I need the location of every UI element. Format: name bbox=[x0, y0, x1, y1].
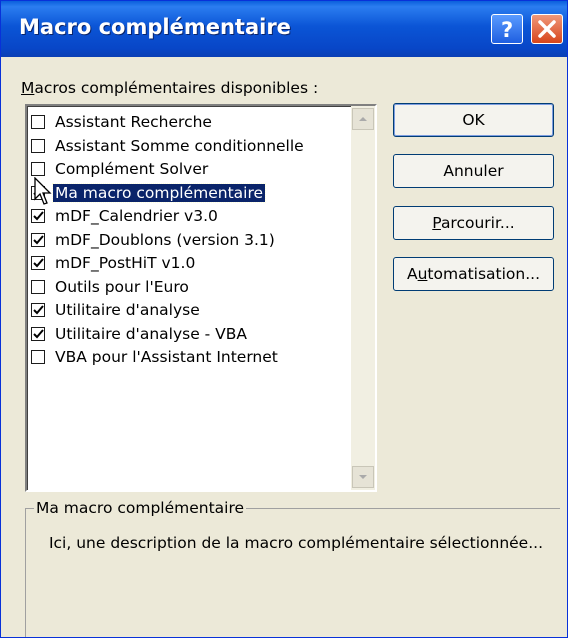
ok-button-label: OK bbox=[462, 111, 485, 129]
checkbox[interactable] bbox=[31, 256, 45, 270]
description-group: Ma macro complémentaire Ici, une descrip… bbox=[25, 499, 560, 637]
vertical-scrollbar[interactable] bbox=[351, 106, 375, 490]
list-item-label: mDF_Calendrier v3.0 bbox=[55, 207, 218, 225]
close-icon bbox=[538, 20, 556, 38]
list-item[interactable]: Assistant Somme conditionnelle bbox=[31, 135, 349, 157]
checkbox[interactable] bbox=[31, 326, 45, 341]
addins-listbox[interactable]: Assistant Recherche Assistant Somme condi… bbox=[25, 104, 377, 492]
list-item[interactable]: Complément Solver bbox=[31, 158, 349, 180]
list-item[interactable]: Outils pour l'Euro bbox=[31, 276, 349, 298]
checkmark-icon bbox=[33, 258, 44, 268]
list-item[interactable]: Ma macro complémentaire bbox=[31, 182, 349, 204]
list-item[interactable]: mDF_Doublons (version 3.1) bbox=[31, 229, 349, 251]
list-item[interactable]: Utilitaire d'analyse bbox=[31, 299, 349, 321]
checkbox[interactable] bbox=[31, 303, 45, 317]
list-item-label: Assistant Recherche bbox=[55, 113, 212, 131]
checkbox[interactable] bbox=[31, 279, 45, 294]
scroll-up-button[interactable] bbox=[352, 108, 374, 130]
window-title: Macro complémentaire bbox=[19, 15, 291, 39]
svg-text:?: ? bbox=[501, 18, 513, 42]
list-item[interactable]: mDF_PostHiT v1.0 bbox=[31, 252, 349, 274]
mouse-pointer-icon bbox=[34, 177, 52, 205]
checkmark-icon bbox=[33, 305, 44, 315]
available-addins-label: Macros complémentaires disponibles : bbox=[21, 79, 319, 97]
chevron-down-icon bbox=[359, 475, 367, 479]
browse-button-label: Parcourir... bbox=[432, 214, 515, 232]
ok-button[interactable]: OK bbox=[393, 103, 554, 137]
checkmark-icon bbox=[33, 211, 44, 221]
list-item[interactable]: mDF_Calendrier v3.0 bbox=[31, 205, 349, 227]
chevron-up-icon bbox=[359, 117, 367, 121]
list-item[interactable]: Utilitaire d'analyse - VBA bbox=[31, 323, 349, 345]
question-mark-icon: ? bbox=[501, 18, 513, 42]
automation-button-label: Automatisation... bbox=[406, 265, 541, 283]
list-item-label: VBA pour l'Assistant Internet bbox=[55, 348, 278, 366]
close-button[interactable] bbox=[531, 14, 563, 44]
browse-button[interactable]: Parcourir... bbox=[393, 206, 554, 240]
checkbox[interactable] bbox=[31, 350, 45, 364]
list-item-label: Complément Solver bbox=[55, 160, 209, 178]
description-text: Ici, une description de la macro complém… bbox=[48, 534, 544, 552]
add-ins-dialog: Macro complémentaire ? Macros complément… bbox=[0, 0, 568, 638]
automation-button[interactable]: Automatisation... bbox=[393, 257, 554, 291]
checkbox[interactable] bbox=[31, 162, 45, 176]
list-item-label: mDF_PostHiT v1.0 bbox=[55, 254, 196, 272]
checkbox[interactable] bbox=[31, 209, 45, 223]
checkmark-icon bbox=[33, 328, 44, 338]
help-button[interactable]: ? bbox=[491, 14, 523, 44]
scroll-down-button[interactable] bbox=[352, 466, 374, 488]
title-bar[interactable]: Macro complémentaire ? bbox=[1, 1, 567, 57]
list-item[interactable]: Assistant Recherche bbox=[31, 111, 349, 133]
list-item-label: Utilitaire d'analyse bbox=[55, 301, 200, 319]
list-item-label: Outils pour l'Euro bbox=[55, 277, 189, 296]
cancel-button[interactable]: Annuler bbox=[393, 154, 554, 188]
checkbox[interactable] bbox=[31, 138, 45, 153]
list-item-label: Utilitaire d'analyse - VBA bbox=[55, 324, 248, 343]
list-item-label: mDF_Doublons (version 3.1) bbox=[55, 230, 275, 249]
list-item[interactable]: VBA pour l'Assistant Internet bbox=[31, 346, 349, 368]
checkmark-icon bbox=[33, 234, 44, 244]
checkbox[interactable] bbox=[31, 115, 45, 129]
list-item-label: Assistant Somme conditionnelle bbox=[55, 136, 304, 155]
cancel-button-label: Annuler bbox=[443, 162, 504, 180]
checkbox[interactable] bbox=[31, 232, 45, 247]
description-title: Ma macro complémentaire bbox=[34, 499, 247, 517]
list-item-label: Ma macro complémentaire bbox=[51, 182, 267, 203]
